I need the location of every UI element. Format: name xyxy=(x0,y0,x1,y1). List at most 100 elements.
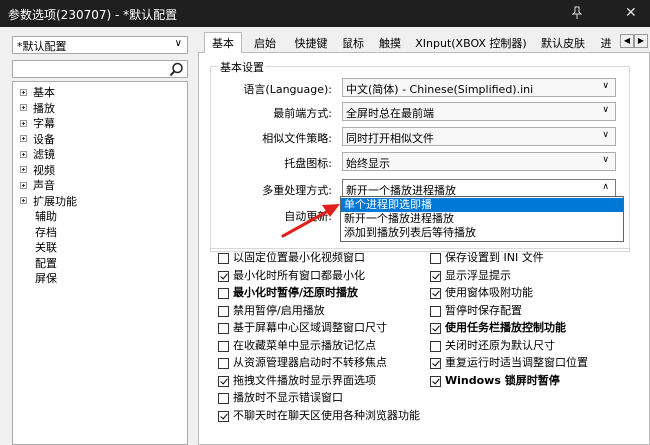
field-label: 托盘图标: xyxy=(284,157,332,170)
checkbox-unchecked-icon[interactable] xyxy=(218,358,229,369)
checkbox-checked-icon[interactable] xyxy=(430,323,441,334)
expand-icon[interactable] xyxy=(20,104,27,111)
checkbox-checked-icon[interactable] xyxy=(430,288,441,299)
option-checkbox[interactable]: 重复运行时适当调整窗口位置 xyxy=(430,355,588,371)
expand-icon[interactable] xyxy=(20,181,27,189)
multi-process-dropdown-list[interactable]: 单个进程即选即播 新开一个播放进程播放 添加到播放列表后等待播放 xyxy=(340,196,624,242)
option-checkbox[interactable]: 暂停时保存配置 xyxy=(430,303,522,319)
setting-select[interactable]: 始终显示 ∨ xyxy=(342,152,616,171)
checkbox-checked-icon[interactable] xyxy=(218,410,229,422)
checkbox-unchecked-icon[interactable] xyxy=(218,340,229,352)
field-label: 相似文件策略: xyxy=(262,132,332,145)
option-checkbox[interactable]: 最小化时暂停/还原时播放 xyxy=(218,285,358,301)
tree-item[interactable]: 滤镜 xyxy=(20,147,55,163)
select-value: 始终显示 xyxy=(346,157,390,170)
profile-select[interactable]: *默认配置 ∨ xyxy=(12,36,188,54)
tab[interactable]: 基本 xyxy=(204,32,242,53)
tree-item[interactable]: 声音 xyxy=(20,178,55,194)
option-checkbox[interactable]: 播放时不显示错误窗口 xyxy=(218,390,343,406)
dropdown-option[interactable]: 添加到播放列表后等待播放 xyxy=(341,226,623,240)
option-checkbox[interactable]: 使用任务栏播放控制功能 xyxy=(430,320,566,336)
dropdown-option[interactable]: 单个进程即选即播 xyxy=(341,198,623,212)
checkbox-label: 使用窗体吸附功能 xyxy=(445,286,533,299)
tree-item[interactable]: 字幕 xyxy=(20,116,55,132)
tab-scroll-left-icon[interactable]: ◀ xyxy=(620,34,634,48)
tree-item-label: 视频 xyxy=(33,163,55,177)
expand-icon[interactable] xyxy=(20,88,27,96)
tree-item[interactable]: 播放 xyxy=(20,101,55,117)
expand-icon[interactable] xyxy=(20,166,27,173)
option-checkbox[interactable]: 保存设置到 INI 文件 xyxy=(430,250,544,266)
close-icon[interactable]: ✕ xyxy=(625,5,637,21)
option-checkbox[interactable]: Windows 锁屏时暂停 xyxy=(430,373,560,389)
tree-item-label: 扩展功能 xyxy=(33,194,77,208)
option-checkbox[interactable]: 在收藏菜单中显示播放记忆点 xyxy=(218,338,376,354)
checkbox-checked-icon[interactable] xyxy=(218,270,229,282)
title-bar: 参数选项(230707) - *默认配置 ✕ xyxy=(0,0,650,27)
setting-select[interactable]: 中文(简体) - Chinese(Simplified).ini ∨ xyxy=(342,78,616,97)
tab-bar: 基本 启始 快捷键 鼠标 触摸 XInput(XBOX 控制器) 默认皮肤进 xyxy=(198,32,650,53)
tree-item[interactable]: 视频 xyxy=(20,163,55,179)
tree-item[interactable]: 设备 xyxy=(20,132,55,148)
checkbox-unchecked-icon[interactable] xyxy=(430,253,441,264)
setting-select[interactable]: 同时打开相似文件 ∨ xyxy=(342,127,616,146)
option-checkbox[interactable]: 拖拽文件播放时显示界面选项 xyxy=(218,373,376,389)
tab[interactable]: 默认皮肤 xyxy=(534,35,592,52)
tree-item-label: 声音 xyxy=(33,179,55,192)
checkbox-label: 最小化时暂停/还原时播放 xyxy=(233,286,359,299)
checkbox-unchecked-icon[interactable] xyxy=(218,323,229,334)
tab[interactable]: 快捷键 xyxy=(288,35,334,52)
expand-icon[interactable] xyxy=(20,197,27,204)
checkbox-checked-icon[interactable] xyxy=(430,358,441,369)
checkbox-label: 重复运行时适当调整窗口位置 xyxy=(445,356,588,369)
window-title: 参数选项(230707) - *默认配置 xyxy=(8,8,178,22)
checkbox-checked-icon[interactable] xyxy=(430,270,441,282)
checkbox-label: 以固定位置最小化视频窗口 xyxy=(233,251,365,264)
option-checkbox[interactable]: 使用窗体吸附功能 xyxy=(430,285,533,301)
tree-item[interactable]: 扩展功能 xyxy=(20,194,77,210)
tab[interactable]: 进 xyxy=(596,35,616,52)
tab[interactable]: 触摸 xyxy=(372,35,408,52)
checkbox-label: 从资源管理器启动时不转移焦点 xyxy=(233,356,387,369)
search-input[interactable] xyxy=(12,60,188,78)
checkbox-label: Windows 锁屏时暂停 xyxy=(445,373,560,387)
checkbox-unchecked-icon[interactable] xyxy=(218,393,229,404)
chevron-down-icon: ∨ xyxy=(602,155,609,165)
tree-item[interactable]: 屏保 xyxy=(35,271,57,287)
checkbox-unchecked-icon[interactable] xyxy=(218,288,229,299)
option-checkbox[interactable]: 从资源管理器启动时不转移焦点 xyxy=(218,355,387,371)
option-checkbox[interactable]: 基于屏幕中心区域调整窗口尺寸 xyxy=(218,320,387,336)
pin-icon[interactable] xyxy=(570,6,584,20)
tab[interactable]: 鼠标 xyxy=(338,35,368,52)
checkbox-unchecked-icon[interactable] xyxy=(218,253,229,264)
option-checkbox[interactable]: 显示浮显提示 xyxy=(430,268,511,284)
option-checkbox[interactable]: 不聊天时在聊天区使用各种浏览器功能 xyxy=(218,408,420,424)
option-checkbox[interactable]: 关闭时还原为默认尺寸 xyxy=(430,338,555,354)
tab-scroll-right-icon[interactable]: ▶ xyxy=(634,34,648,48)
category-tree: 基本 播放 字幕 设备 滤镜 视频声音扩展功能 辅助 存档 关联 配置 屏保 xyxy=(12,81,188,445)
expand-icon[interactable] xyxy=(20,150,27,158)
checkbox-checked-icon[interactable] xyxy=(218,375,229,387)
tab[interactable]: 启始 xyxy=(246,35,284,52)
tree-item[interactable]: 配置 xyxy=(35,256,57,272)
setting-select[interactable]: 全屏时总在最前端 ∨ xyxy=(342,102,616,121)
expand-icon[interactable] xyxy=(20,135,27,142)
checkbox-checked-icon[interactable] xyxy=(430,375,441,387)
option-checkbox[interactable]: 以固定位置最小化视频窗口 xyxy=(218,250,365,266)
checkbox-label: 保存设置到 INI 文件 xyxy=(445,251,544,264)
search-icon[interactable] xyxy=(169,62,184,77)
expand-icon[interactable] xyxy=(20,119,27,127)
checkbox-unchecked-icon[interactable] xyxy=(430,340,441,352)
checkbox-label: 显示浮显提示 xyxy=(445,268,511,282)
tree-item[interactable]: 辅助 xyxy=(35,209,57,225)
checkbox-unchecked-icon[interactable] xyxy=(218,305,229,317)
checkbox-unchecked-icon[interactable] xyxy=(430,305,441,317)
tree-item[interactable]: 存档 xyxy=(35,225,57,241)
tab[interactable]: XInput(XBOX 控制器) xyxy=(412,35,530,52)
tree-item[interactable]: 基本 xyxy=(20,85,55,101)
option-checkbox[interactable]: 最小化时所有窗口都最小化 xyxy=(218,268,365,284)
basic-settings-title: 基本设置 xyxy=(218,59,266,75)
dropdown-option[interactable]: 新开一个播放进程播放 xyxy=(341,212,623,226)
option-checkbox[interactable]: 禁用暂停/启用播放 xyxy=(218,303,325,319)
tree-item[interactable]: 关联 xyxy=(35,240,57,256)
